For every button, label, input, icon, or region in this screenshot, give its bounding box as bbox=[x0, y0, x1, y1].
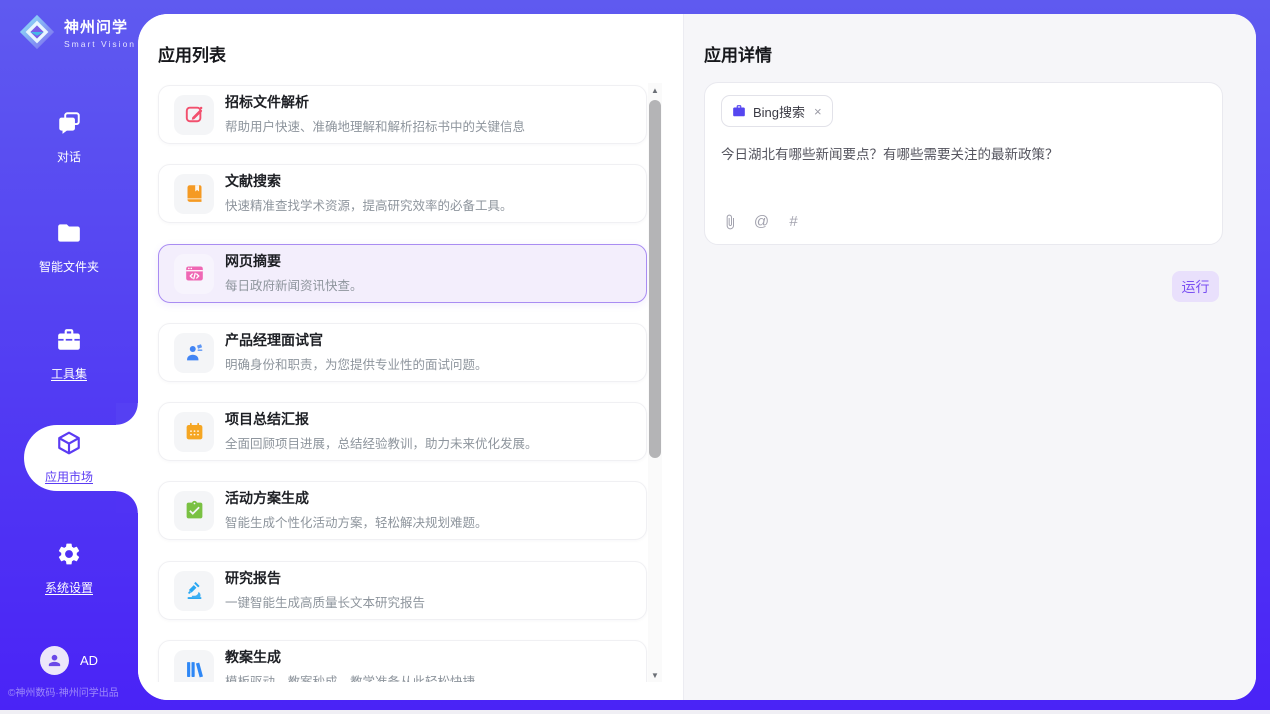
app-card-description: 快速精准查找学术资源，提高研究效率的必备工具。 bbox=[225, 195, 513, 214]
app-card[interactable]: 项目总结汇报 全面回顾项目进展，总结经验教训，助力未来优化发展。 bbox=[158, 402, 647, 461]
hash-icon[interactable]: # bbox=[785, 213, 802, 230]
app-card-title: 网页摘要 bbox=[225, 253, 363, 271]
app-list: 招标文件解析 帮助用户快速、准确地理解和解析招标书中的关键信息 文献搜索 快速精… bbox=[138, 83, 683, 682]
copyright-text: ©神州数码·神州问学出品 bbox=[8, 684, 119, 699]
interviewer-icon bbox=[174, 333, 214, 373]
app-card-description: 智能生成个性化活动方案，轻松解决规划难题。 bbox=[225, 512, 488, 531]
app-card[interactable]: 教案生成 模板驱动，教案秒成，教学准备从此轻松快捷 bbox=[158, 640, 647, 682]
books-icon bbox=[174, 650, 214, 683]
scroll-up-button[interactable]: ▲ bbox=[648, 83, 662, 97]
folder-icon bbox=[56, 220, 82, 251]
app-detail-title: 应用详情 bbox=[704, 41, 772, 66]
at-icon[interactable]: @ bbox=[753, 213, 770, 230]
app-card-title: 教案生成 bbox=[225, 649, 475, 667]
app-card-title: 项目总结汇报 bbox=[225, 411, 538, 429]
chat-icon bbox=[56, 110, 82, 141]
app-card[interactable]: 招标文件解析 帮助用户快速、准确地理解和解析招标书中的关键信息 bbox=[158, 85, 647, 144]
app-card-title: 招标文件解析 bbox=[225, 94, 525, 112]
app-card[interactable]: 文献搜索 快速精准查找学术资源，提高研究效率的必备工具。 bbox=[158, 164, 647, 223]
briefcase-icon bbox=[732, 104, 746, 118]
sidebar-item-cube[interactable]: 应用市场 bbox=[0, 430, 138, 485]
app-card-title: 研究报告 bbox=[225, 570, 425, 588]
paperclip-icon[interactable] bbox=[721, 213, 738, 230]
brand-logo: 神州问学 Smart Vision bbox=[18, 13, 136, 51]
app-card-description: 帮助用户快速、准确地理解和解析招标书中的关键信息 bbox=[225, 116, 525, 135]
query-text[interactable]: 今日湖北有哪些新闻要点？有哪些需要关注的最新政策？ bbox=[721, 145, 1201, 165]
sidebar-item-chat[interactable]: 对话 bbox=[0, 110, 138, 165]
app-card-title: 活动方案生成 bbox=[225, 490, 488, 508]
sidebar-item-toolbox[interactable]: 工具集 bbox=[0, 327, 138, 382]
brand-name: 神州问学 bbox=[64, 16, 136, 37]
app-card-description: 一键智能生成高质量长文本研究报告 bbox=[225, 592, 425, 611]
user-name: AD bbox=[80, 653, 98, 668]
query-input-card[interactable]: Bing搜索 × 今日湖北有哪些新闻要点？有哪些需要关注的最新政策？ @ # bbox=[704, 82, 1223, 245]
run-button[interactable]: 运行 bbox=[1172, 271, 1219, 302]
composer-toolbar: @ # bbox=[721, 213, 802, 230]
app-card-description: 全面回顾项目进展，总结经验教训，助力未来优化发展。 bbox=[225, 433, 538, 452]
diamond-logo-icon bbox=[18, 13, 56, 51]
calendar-icon bbox=[174, 412, 214, 452]
app-card[interactable]: 活动方案生成 智能生成个性化活动方案，轻松解决规划难题。 bbox=[158, 481, 647, 540]
app-list-scrollbar[interactable]: ▲ ▼ bbox=[648, 83, 662, 682]
cube-icon bbox=[56, 430, 82, 461]
sidebar-item-gear[interactable]: 系统设置 bbox=[0, 541, 138, 596]
scroll-down-button[interactable]: ▼ bbox=[648, 668, 662, 682]
scrollbar-thumb[interactable] bbox=[649, 100, 661, 458]
sidebar-item-label: 系统设置 bbox=[45, 579, 93, 596]
toolbox-icon bbox=[56, 327, 82, 358]
app-card[interactable]: 研究报告 一键智能生成高质量长文本研究报告 bbox=[158, 561, 647, 620]
sidebar-item-label: 工具集 bbox=[51, 365, 87, 382]
app-list-title: 应用列表 bbox=[158, 41, 226, 66]
tool-chip-bing-search[interactable]: Bing搜索 × bbox=[721, 95, 833, 127]
app-card[interactable]: 网页摘要 每日政府新闻资讯快查。 bbox=[158, 244, 647, 303]
sidebar-item-label: 智能文件夹 bbox=[39, 258, 99, 275]
gear-icon bbox=[56, 541, 82, 572]
pen-square-icon bbox=[174, 95, 214, 135]
sidebar-item-label: 应用市场 bbox=[45, 468, 93, 485]
chip-close-icon[interactable]: × bbox=[814, 105, 822, 118]
app-card-description: 每日政府新闻资讯快查。 bbox=[225, 275, 363, 294]
book-icon bbox=[174, 174, 214, 214]
app-card-title: 文献搜索 bbox=[225, 173, 513, 191]
tool-chip-label: Bing搜索 bbox=[753, 102, 805, 121]
app-card-title: 产品经理面试官 bbox=[225, 332, 488, 350]
avatar bbox=[40, 646, 69, 675]
browser-code-icon bbox=[174, 254, 214, 294]
app-list-panel: 应用列表 招标文件解析 帮助用户快速、准确地理解和解析招标书中的关键信息 文献搜… bbox=[138, 14, 683, 700]
brand-tagline: Smart Vision bbox=[64, 39, 136, 49]
microscope-icon bbox=[174, 571, 214, 611]
app-detail-panel: 应用详情 Bing搜索 × 今日湖北有哪些新闻要点？有哪些需要关注的最新政策？ … bbox=[683, 14, 1256, 700]
sidebar-item-label: 对话 bbox=[57, 148, 81, 165]
app-card-description: 明确身份和职责，为您提供专业性的面试问题。 bbox=[225, 354, 488, 373]
app-card[interactable]: 产品经理面试官 明确身份和职责，为您提供专业性的面试问题。 bbox=[158, 323, 647, 382]
person-icon bbox=[46, 652, 63, 669]
app-card-description: 模板驱动，教案秒成，教学准备从此轻松快捷 bbox=[225, 671, 475, 682]
sidebar-item-folder[interactable]: 智能文件夹 bbox=[0, 220, 138, 275]
user-row[interactable]: AD bbox=[0, 646, 138, 675]
clipboard-check-icon bbox=[174, 491, 214, 531]
main-content: 应用列表 招标文件解析 帮助用户快速、准确地理解和解析招标书中的关键信息 文献搜… bbox=[138, 14, 1256, 700]
